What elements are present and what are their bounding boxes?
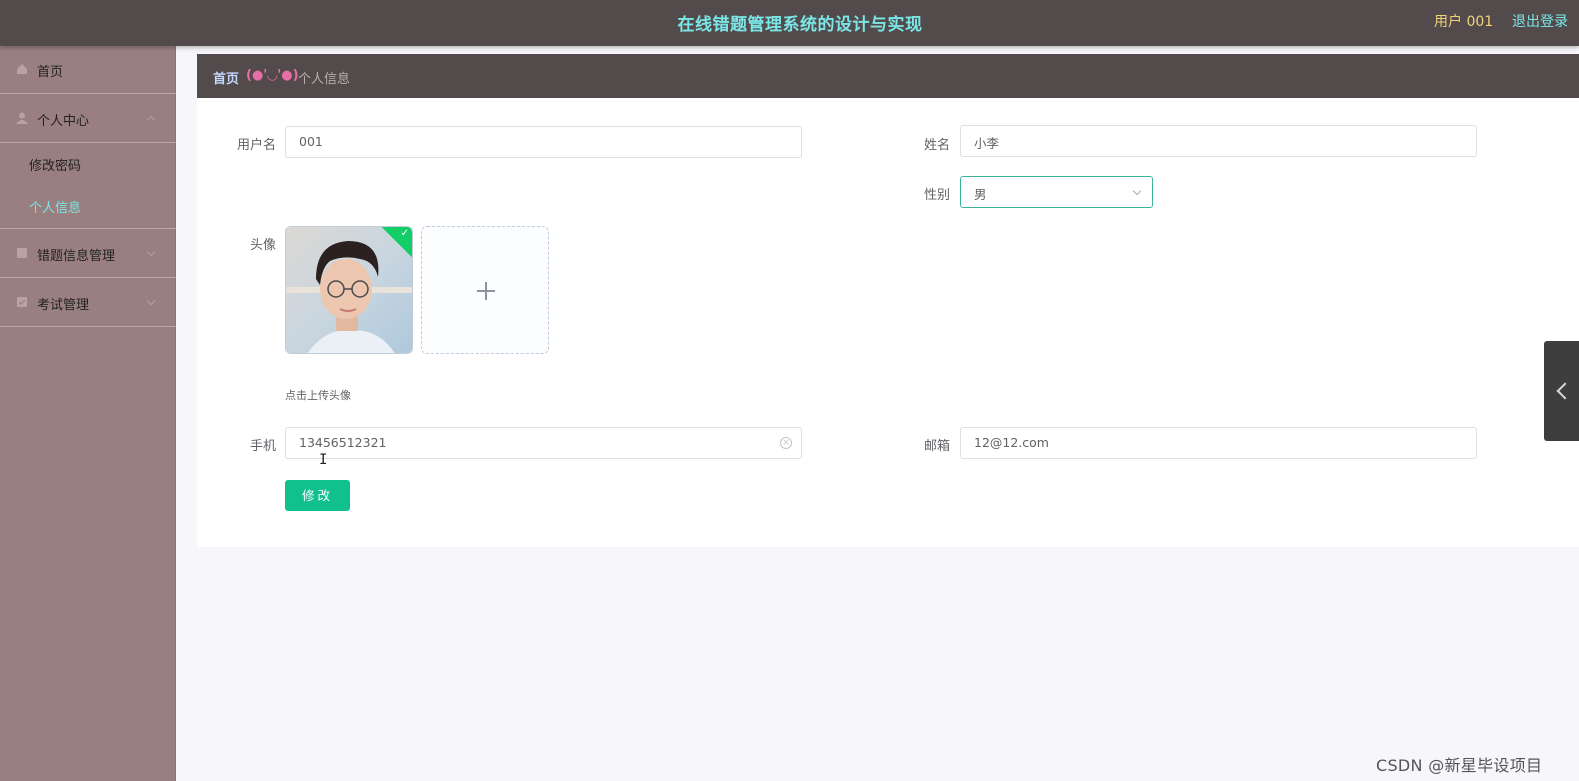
check-icon: ✓ <box>400 228 409 239</box>
avatar[interactable]: ✓ <box>285 226 413 354</box>
sidebar-subitem-personal-info[interactable]: 个人信息 <box>0 185 176 229</box>
phone-value: 13456512321 <box>299 435 387 450</box>
email-label: 邮箱 <box>923 439 950 454</box>
chevron-up-icon <box>146 115 156 125</box>
sidebar-item-label: 个人中心 <box>37 114 90 129</box>
chevron-down-icon <box>1132 186 1142 196</box>
gender-select[interactable]: 男 <box>960 176 1153 208</box>
breadcrumb-current: 个人信息 <box>298 72 351 87</box>
sidebar-item-label: 错题信息管理 <box>37 249 116 264</box>
side-panel-toggle[interactable] <box>1544 341 1579 441</box>
sidebar: 首页 个人中心 修改密码 个人信息 错题信息管理 考试管理 <box>0 46 176 781</box>
sidebar-item-label: 首页 <box>37 65 64 80</box>
username-label: 用户名 <box>236 138 276 153</box>
exam-icon <box>17 297 27 307</box>
gender-label: 性别 <box>923 188 950 203</box>
breadcrumb-home[interactable]: 首页 <box>213 68 239 87</box>
sidebar-subitem-change-password[interactable]: 修改密码 <box>0 143 176 185</box>
chevron-down-icon <box>146 296 156 306</box>
avatar-image <box>286 227 412 353</box>
top-header: 在线错题管理系统的设计与实现 用户 001 退出登录 <box>0 0 1579 46</box>
sidebar-subitem-label: 个人信息 <box>29 201 82 216</box>
chevron-left-icon <box>1556 382 1574 400</box>
username-field[interactable]: 001 <box>285 126 802 158</box>
sidebar-item-exam-management[interactable]: 考试管理 <box>0 279 176 327</box>
home-icon <box>17 64 27 74</box>
breadcrumb: 首页 (●'◡'●) 个人信息 <box>197 54 1579 98</box>
update-button[interactable]: 修改 <box>285 480 350 511</box>
user-icon <box>16 112 28 124</box>
avatar-label: 头像 <box>249 238 276 253</box>
current-user: 用户 001 <box>1434 14 1494 30</box>
sidebar-item-home[interactable]: 首页 <box>0 46 176 94</box>
name-label: 姓名 <box>923 138 950 153</box>
text-cursor-icon: I <box>319 452 328 468</box>
email-field[interactable]: 12@12.com <box>960 427 1477 459</box>
plus-icon <box>485 282 487 300</box>
name-field[interactable]: 小李 <box>960 125 1477 157</box>
document-icon <box>17 248 27 258</box>
chevron-down-icon <box>146 247 156 257</box>
phone-label: 手机 <box>249 439 276 454</box>
app-title: 在线错题管理系统的设计与实现 <box>677 15 923 35</box>
watermark: CSDN @新星毕设项目 <box>1376 756 1543 775</box>
avatar-upload-button[interactable] <box>421 226 549 354</box>
sidebar-item-wrong-questions[interactable]: 错题信息管理 <box>0 230 176 278</box>
gender-value: 男 <box>974 187 987 202</box>
breadcrumb-separator: (●'◡'●) <box>246 68 299 83</box>
sidebar-subitem-label: 修改密码 <box>29 159 82 174</box>
logout-link[interactable]: 退出登录 <box>1512 11 1568 31</box>
upload-hint: 点击上传头像 <box>285 389 351 402</box>
sidebar-item-label: 考试管理 <box>37 298 90 313</box>
sidebar-item-personal-center[interactable]: 个人中心 <box>0 95 176 143</box>
name-value: 小李 <box>974 136 1000 151</box>
clear-icon[interactable]: × <box>780 437 792 449</box>
email-value: 12@12.com <box>974 435 1049 450</box>
username-value: 001 <box>299 134 323 149</box>
phone-field[interactable]: 13456512321 × <box>285 427 802 459</box>
